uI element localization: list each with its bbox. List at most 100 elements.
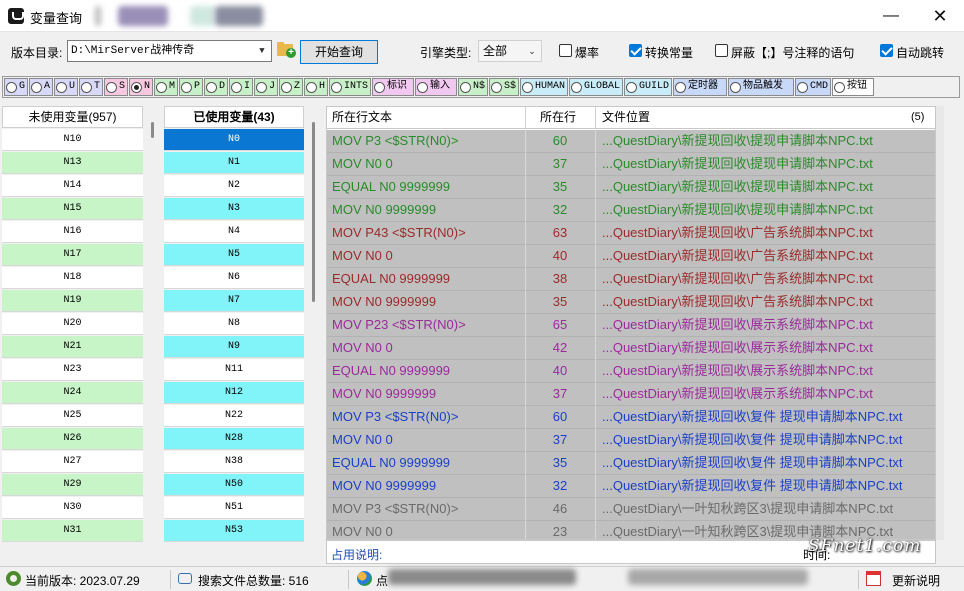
result-row[interactable]: EQUAL N0 9999999 35 ...QuestDiary\新提现回收\复件…: [327, 452, 935, 475]
unused-var-item[interactable]: N14: [2, 175, 143, 197]
unused-var-item[interactable]: N25: [2, 405, 143, 427]
used-var-item[interactable]: N1: [164, 152, 304, 174]
used-var-item[interactable]: N7: [164, 290, 304, 312]
filter-输入[interactable]: 输入: [415, 78, 457, 96]
filter-A[interactable]: A: [29, 78, 53, 96]
result-row[interactable]: MOV N0 9999999 37 ...QuestDiary\新提现回收\展示系统…: [327, 383, 935, 406]
folder-add-icon[interactable]: +: [277, 42, 296, 58]
col-file-location[interactable]: 文件位置: [602, 107, 650, 128]
filter-按钮[interactable]: 按钮: [832, 78, 874, 96]
results-scrollbar[interactable]: [936, 106, 944, 540]
filter-INTS[interactable]: INTS: [329, 78, 371, 96]
result-row[interactable]: MOV N0 0 42 ...QuestDiary\新提现回收\展示系统脚本NPC.…: [327, 337, 935, 360]
unused-vars-scrollbar[interactable]: [149, 106, 157, 566]
checkbox-convert-constants[interactable]: [629, 44, 642, 57]
used-var-item[interactable]: N53: [164, 520, 304, 542]
filter-J[interactable]: J: [254, 78, 278, 96]
unused-var-item[interactable]: N20: [2, 313, 143, 335]
filter-S[interactable]: S: [104, 78, 128, 96]
result-row[interactable]: MOV P3 <$STR(N0)> 46 ...QuestDiary\一叶知秋跨区3…: [327, 498, 935, 521]
filter-N[interactable]: N: [129, 78, 153, 96]
used-var-item[interactable]: N28: [164, 428, 304, 450]
result-row[interactable]: MOV N0 0 37 ...QuestDiary\新提现回收\复件 提现申请脚本N…: [327, 429, 935, 452]
filter-label: 按钮: [847, 81, 867, 92]
filter-CMD[interactable]: CMD: [795, 78, 831, 96]
result-row[interactable]: MOV N0 0 40 ...QuestDiary\新提现回收\广告系统脚本NPC.…: [327, 245, 935, 268]
result-row[interactable]: EQUAL N0 9999999 35 ...QuestDiary\新提现回收\提现…: [327, 176, 935, 199]
used-var-item[interactable]: N2: [164, 175, 304, 197]
used-vars-scrollbar[interactable]: [310, 106, 318, 566]
unused-var-item[interactable]: N16: [2, 221, 143, 243]
unused-var-item[interactable]: N24: [2, 382, 143, 404]
unused-var-item[interactable]: N31: [2, 520, 143, 542]
update-notes-link[interactable]: 更新说明: [892, 572, 940, 589]
used-var-item[interactable]: N6: [164, 267, 304, 289]
dir-select[interactable]: D:\MirServer战神传奇 ▼: [67, 40, 272, 62]
unused-var-item[interactable]: N10: [2, 129, 143, 151]
filter-N$[interactable]: N$: [458, 78, 488, 96]
checkbox-auto-jump[interactable]: [880, 44, 893, 57]
used-var-item[interactable]: N3: [164, 198, 304, 220]
result-row[interactable]: MOV P23 <$STR(N0)> 65 ...QuestDiary\新提现回收\…: [327, 314, 935, 337]
used-var-item[interactable]: N12: [164, 382, 304, 404]
filter-P[interactable]: P: [179, 78, 203, 96]
result-row[interactable]: MOV N0 0 37 ...QuestDiary\新提现回收\提现申请脚本NPC.…: [327, 153, 935, 176]
engine-select[interactable]: 全部 ⌄: [478, 40, 542, 62]
used-var-item[interactable]: N51: [164, 497, 304, 519]
used-var-item[interactable]: N8: [164, 313, 304, 335]
result-row[interactable]: EQUAL N0 9999999 38 ...QuestDiary\新提现回收\广告…: [327, 268, 935, 291]
unused-var-item[interactable]: N15: [2, 198, 143, 220]
unused-var-item[interactable]: N30: [2, 497, 143, 519]
result-row[interactable]: MOV N0 9999999 32 ...QuestDiary\新提现回收\复件 提…: [327, 475, 935, 498]
filter-U[interactable]: U: [54, 78, 78, 96]
filter-M[interactable]: M: [154, 78, 178, 96]
filter-HUMAN[interactable]: HUMAN: [520, 78, 568, 96]
filter-D[interactable]: D: [204, 78, 228, 96]
unused-var-item[interactable]: N23: [2, 359, 143, 381]
filter-G[interactable]: G: [4, 78, 28, 96]
filter-Z[interactable]: Z: [279, 78, 303, 96]
col-line-number[interactable]: 所在行: [540, 107, 576, 128]
col-line-text[interactable]: 所在行文本: [332, 107, 392, 128]
used-var-item[interactable]: N38: [164, 451, 304, 473]
filter-S$[interactable]: S$: [489, 78, 519, 96]
filter-label: I: [244, 81, 251, 92]
minimize-button[interactable]: —: [868, 0, 914, 32]
unused-var-item[interactable]: N17: [2, 244, 143, 266]
close-button[interactable]: ✕: [917, 0, 963, 32]
result-row[interactable]: MOV P3 <$STR(N0)> 60 ...QuestDiary\新提现回收\提…: [327, 130, 935, 153]
used-var-item[interactable]: N4: [164, 221, 304, 243]
unused-var-item[interactable]: N18: [2, 267, 143, 289]
checkbox-mask-comments[interactable]: [715, 44, 728, 57]
filter-标识[interactable]: 标识: [372, 78, 414, 96]
unused-var-item[interactable]: N26: [2, 428, 143, 450]
filter-I[interactable]: I: [229, 78, 253, 96]
status-link[interactable]: 点: [376, 572, 388, 589]
unused-var-item[interactable]: N13: [2, 152, 143, 174]
used-var-item[interactable]: N5: [164, 244, 304, 266]
used-var-item[interactable]: N0: [164, 129, 304, 151]
result-row[interactable]: MOV P43 <$STR(N0)> 63 ...QuestDiary\新提现回收\…: [327, 222, 935, 245]
unused-var-item[interactable]: N21: [2, 336, 143, 358]
used-var-item[interactable]: N9: [164, 336, 304, 358]
window-title: 变量查询: [30, 11, 83, 26]
unused-var-item[interactable]: N29: [2, 474, 143, 496]
filter-T[interactable]: T: [79, 78, 103, 96]
used-var-item[interactable]: N50: [164, 474, 304, 496]
result-row[interactable]: MOV P3 <$STR(N0)> 60 ...QuestDiary\新提现回收\复…: [327, 406, 935, 429]
result-row[interactable]: MOV N0 9999999 35 ...QuestDiary\新提现回收\广告系统…: [327, 291, 935, 314]
result-line-text: EQUAL N0 9999999: [332, 363, 451, 378]
filter-GLOBAL[interactable]: GLOBAL: [569, 78, 623, 96]
start-query-button[interactable]: 开始查询: [300, 40, 378, 64]
filter-定时器[interactable]: 定时器: [673, 78, 727, 96]
used-var-item[interactable]: N22: [164, 405, 304, 427]
unused-var-item[interactable]: N27: [2, 451, 143, 473]
filter-物品触发[interactable]: 物品触发: [728, 78, 794, 96]
unused-var-item[interactable]: N19: [2, 290, 143, 312]
result-row[interactable]: EQUAL N0 9999999 40 ...QuestDiary\新提现回收\展示…: [327, 360, 935, 383]
filter-H[interactable]: H: [304, 78, 328, 96]
checkbox-drop-rate[interactable]: [559, 44, 572, 57]
result-row[interactable]: MOV N0 9999999 32 ...QuestDiary\新提现回收\提现申请…: [327, 199, 935, 222]
used-var-item[interactable]: N11: [164, 359, 304, 381]
filter-GUILD[interactable]: GUILD: [624, 78, 672, 96]
